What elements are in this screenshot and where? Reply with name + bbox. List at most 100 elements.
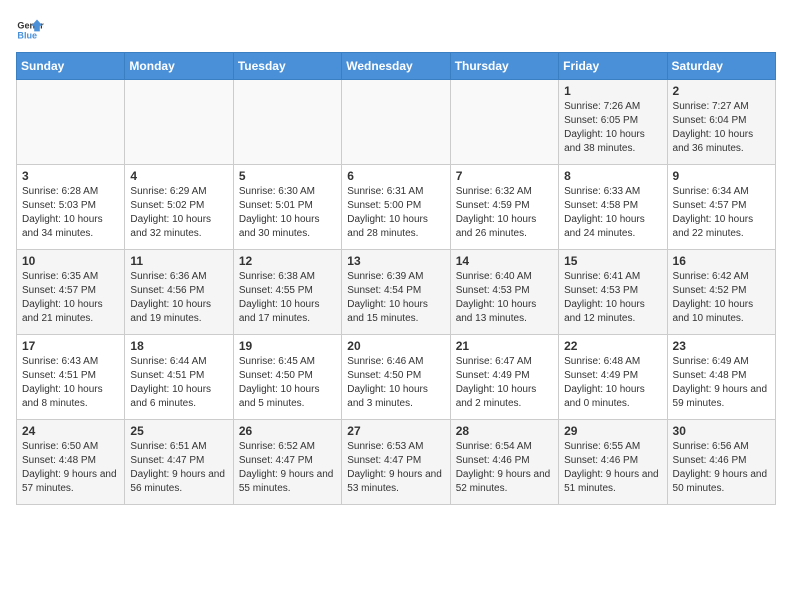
day-number: 27 (347, 424, 444, 438)
day-info: Sunrise: 6:31 AM Sunset: 5:00 PM Dayligh… (347, 185, 444, 241)
calendar-cell (125, 80, 233, 165)
logo: General Blue (16, 16, 44, 44)
calendar-cell (233, 80, 341, 165)
day-header-thursday: Thursday (450, 53, 558, 80)
day-number: 26 (239, 424, 336, 438)
calendar-week-row: 24 Sunrise: 6:50 AM Sunset: 4:48 PM Dayli… (17, 420, 776, 505)
day-number: 14 (456, 254, 553, 268)
day-number: 6 (347, 169, 444, 183)
day-info: Sunrise: 6:33 AM Sunset: 4:58 PM Dayligh… (564, 185, 661, 241)
day-info: Sunrise: 6:41 AM Sunset: 4:53 PM Dayligh… (564, 270, 661, 326)
day-info: Sunrise: 6:30 AM Sunset: 5:01 PM Dayligh… (239, 185, 336, 241)
day-info: Sunrise: 6:56 AM Sunset: 4:46 PM Dayligh… (673, 440, 770, 496)
day-info: Sunrise: 6:28 AM Sunset: 5:03 PM Dayligh… (22, 185, 119, 241)
day-info: Sunrise: 6:38 AM Sunset: 4:55 PM Dayligh… (239, 270, 336, 326)
day-number: 12 (239, 254, 336, 268)
calendar-cell: 27 Sunrise: 6:53 AM Sunset: 4:47 PM Dayli… (342, 420, 450, 505)
header: General Blue (16, 16, 776, 44)
day-info: Sunrise: 6:46 AM Sunset: 4:50 PM Dayligh… (347, 355, 444, 411)
calendar-cell: 16Sunrise: 6:42 AM Sunset: 4:52 PM Dayli… (667, 250, 775, 335)
day-header-wednesday: Wednesday (342, 53, 450, 80)
day-header-friday: Friday (559, 53, 667, 80)
day-info: Sunrise: 6:51 AM Sunset: 4:47 PM Dayligh… (130, 440, 227, 496)
day-number: 3 (22, 169, 119, 183)
calendar-cell (342, 80, 450, 165)
calendar-cell: 6 Sunrise: 6:31 AM Sunset: 5:00 PM Daylig… (342, 165, 450, 250)
day-info: Sunrise: 7:27 AM Sunset: 6:04 PM Dayligh… (673, 100, 770, 156)
day-info: Sunrise: 6:40 AM Sunset: 4:53 PM Dayligh… (456, 270, 553, 326)
calendar-cell: 28Sunrise: 6:54 AM Sunset: 4:46 PM Dayli… (450, 420, 558, 505)
day-header-monday: Monday (125, 53, 233, 80)
calendar-cell: 25 Sunrise: 6:51 AM Sunset: 4:47 PM Dayli… (125, 420, 233, 505)
day-number: 8 (564, 169, 661, 183)
svg-text:Blue: Blue (17, 30, 37, 40)
calendar-cell: 5 Sunrise: 6:30 AM Sunset: 5:01 PM Daylig… (233, 165, 341, 250)
calendar-cell: 14 Sunrise: 6:40 AM Sunset: 4:53 PM Dayli… (450, 250, 558, 335)
day-header-sunday: Sunday (17, 53, 125, 80)
calendar-week-row: 17 Sunrise: 6:43 AM Sunset: 4:51 PM Dayli… (17, 335, 776, 420)
day-info: Sunrise: 6:53 AM Sunset: 4:47 PM Dayligh… (347, 440, 444, 496)
day-info: Sunrise: 6:43 AM Sunset: 4:51 PM Dayligh… (22, 355, 119, 411)
day-number: 30 (673, 424, 770, 438)
calendar-cell: 29 Sunrise: 6:55 AM Sunset: 4:46 PM Dayli… (559, 420, 667, 505)
day-info: Sunrise: 6:49 AM Sunset: 4:48 PM Dayligh… (673, 355, 770, 411)
calendar-cell: 24 Sunrise: 6:50 AM Sunset: 4:48 PM Dayli… (17, 420, 125, 505)
day-number: 24 (22, 424, 119, 438)
day-number: 9 (673, 169, 770, 183)
day-number: 19 (239, 339, 336, 353)
calendar-cell: 23 Sunrise: 6:49 AM Sunset: 4:48 PM Dayli… (667, 335, 775, 420)
calendar-cell: 3 Sunrise: 6:28 AM Sunset: 5:03 PM Daylig… (17, 165, 125, 250)
day-number: 15 (564, 254, 661, 268)
calendar-cell: 17 Sunrise: 6:43 AM Sunset: 4:51 PM Dayli… (17, 335, 125, 420)
calendar-cell: 15 Sunrise: 6:41 AM Sunset: 4:53 PM Dayli… (559, 250, 667, 335)
day-info: Sunrise: 6:29 AM Sunset: 5:02 PM Dayligh… (130, 185, 227, 241)
day-info: Sunrise: 6:35 AM Sunset: 4:57 PM Dayligh… (22, 270, 119, 326)
day-info: Sunrise: 6:48 AM Sunset: 4:49 PM Dayligh… (564, 355, 661, 411)
day-number: 20 (347, 339, 444, 353)
calendar-cell: 7 Sunrise: 6:32 AM Sunset: 4:59 PM Daylig… (450, 165, 558, 250)
day-info: Sunrise: 7:26 AM Sunset: 6:05 PM Dayligh… (564, 100, 661, 156)
calendar-cell: 11Sunrise: 6:36 AM Sunset: 4:56 PM Dayli… (125, 250, 233, 335)
calendar-cell: 8 Sunrise: 6:33 AM Sunset: 4:58 PM Daylig… (559, 165, 667, 250)
day-number: 2 (673, 84, 770, 98)
day-number: 13 (347, 254, 444, 268)
calendar-header-row: SundayMondayTuesdayWednesdayThursdayFrid… (17, 53, 776, 80)
day-info: Sunrise: 6:34 AM Sunset: 4:57 PM Dayligh… (673, 185, 770, 241)
day-header-saturday: Saturday (667, 53, 775, 80)
calendar-cell (17, 80, 125, 165)
day-header-tuesday: Tuesday (233, 53, 341, 80)
calendar-cell: 20 Sunrise: 6:46 AM Sunset: 4:50 PM Dayli… (342, 335, 450, 420)
day-number: 1 (564, 84, 661, 98)
calendar-cell: 22 Sunrise: 6:48 AM Sunset: 4:49 PM Dayli… (559, 335, 667, 420)
day-number: 23 (673, 339, 770, 353)
calendar-cell: 10 Sunrise: 6:35 AM Sunset: 4:57 PM Dayli… (17, 250, 125, 335)
day-number: 11 (130, 254, 227, 268)
day-info: Sunrise: 6:47 AM Sunset: 4:49 PM Dayligh… (456, 355, 553, 411)
day-number: 5 (239, 169, 336, 183)
day-info: Sunrise: 6:42 AM Sunset: 4:52 PM Dayligh… (673, 270, 770, 326)
calendar-cell: 12 Sunrise: 6:38 AM Sunset: 4:55 PM Dayli… (233, 250, 341, 335)
day-info: Sunrise: 6:54 AM Sunset: 4:46 PM Dayligh… (456, 440, 553, 496)
day-number: 25 (130, 424, 227, 438)
calendar-cell: 26 Sunrise: 6:52 AM Sunset: 4:47 PM Dayli… (233, 420, 341, 505)
day-info: Sunrise: 6:45 AM Sunset: 4:50 PM Dayligh… (239, 355, 336, 411)
day-number: 22 (564, 339, 661, 353)
day-info: Sunrise: 6:44 AM Sunset: 4:51 PM Dayligh… (130, 355, 227, 411)
day-number: 29 (564, 424, 661, 438)
day-number: 7 (456, 169, 553, 183)
calendar-cell: 21Sunrise: 6:47 AM Sunset: 4:49 PM Dayli… (450, 335, 558, 420)
day-info: Sunrise: 6:50 AM Sunset: 4:48 PM Dayligh… (22, 440, 119, 496)
day-number: 17 (22, 339, 119, 353)
calendar-week-row: 10 Sunrise: 6:35 AM Sunset: 4:57 PM Dayli… (17, 250, 776, 335)
calendar-cell: 9 Sunrise: 6:34 AM Sunset: 4:57 PM Daylig… (667, 165, 775, 250)
day-info: Sunrise: 6:32 AM Sunset: 4:59 PM Dayligh… (456, 185, 553, 241)
calendar-cell (450, 80, 558, 165)
day-info: Sunrise: 6:52 AM Sunset: 4:47 PM Dayligh… (239, 440, 336, 496)
calendar-table: SundayMondayTuesdayWednesdayThursdayFrid… (16, 52, 776, 505)
day-number: 4 (130, 169, 227, 183)
day-number: 10 (22, 254, 119, 268)
calendar-cell: 19 Sunrise: 6:45 AM Sunset: 4:50 PM Dayli… (233, 335, 341, 420)
calendar-cell: 30 Sunrise: 6:56 AM Sunset: 4:46 PM Dayli… (667, 420, 775, 505)
day-info: Sunrise: 6:55 AM Sunset: 4:46 PM Dayligh… (564, 440, 661, 496)
calendar-week-row: 1 Sunrise: 7:26 AM Sunset: 6:05 PM Daylig… (17, 80, 776, 165)
